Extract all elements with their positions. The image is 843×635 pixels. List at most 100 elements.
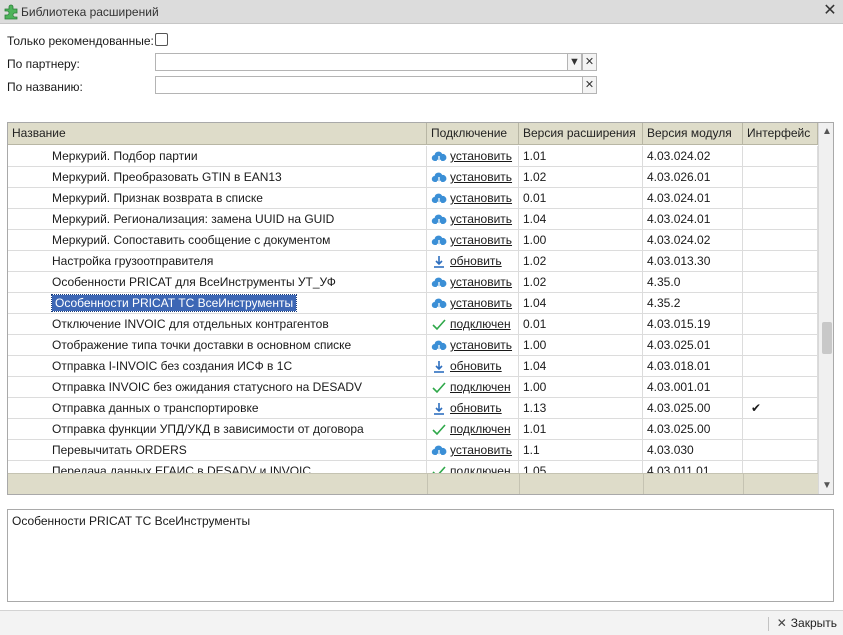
- extension-name: Меркурий. Подбор партии: [52, 149, 198, 163]
- cell-conn: установить: [427, 167, 519, 188]
- version-value: 4.03.026.01: [647, 170, 711, 184]
- connection-link[interactable]: обновить: [450, 254, 502, 268]
- recommended-checkbox[interactable]: [155, 33, 168, 46]
- table-row[interactable]: Меркурий. Сопоставить сообщение с докуме…: [8, 230, 818, 251]
- partner-dropdown-button[interactable]: ▼: [567, 53, 582, 71]
- cell-iface: [743, 251, 818, 272]
- interface-checkmark: [747, 212, 751, 226]
- cell-conn: установить: [427, 230, 519, 251]
- name-filter-clear-button[interactable]: ✕: [582, 76, 597, 94]
- connection-link[interactable]: установить: [450, 233, 512, 247]
- cell-mod-ver: 4.03.011.01: [643, 461, 743, 473]
- interface-checkmark: [747, 191, 751, 205]
- version-value: 4.03.024.02: [647, 149, 711, 163]
- interface-checkmark: [747, 422, 751, 436]
- interface-checkmark: ✔: [751, 401, 762, 415]
- cell-name: Меркурий. Признак возврата в списке: [8, 188, 427, 209]
- scroll-up-icon[interactable]: ▲: [819, 124, 833, 140]
- connection-link[interactable]: установить: [450, 149, 512, 163]
- partner-input[interactable]: [156, 54, 567, 70]
- cell-conn: установить: [427, 209, 519, 230]
- cell-conn: подключен: [427, 461, 519, 473]
- table-row[interactable]: Меркурий. Регионализация: замена UUID на…: [8, 209, 818, 230]
- version-value: 1.00: [523, 380, 547, 394]
- name-filter-field[interactable]: [155, 76, 583, 94]
- cell-ext-ver: 1.02: [519, 251, 643, 272]
- table-body: Меркурий. Подбор партии установить 1.01 4.0…: [8, 146, 818, 473]
- scrollbar-thumb[interactable]: [822, 322, 832, 354]
- table-row[interactable]: Отправка данных о транспортировке обновит…: [8, 398, 818, 419]
- connection-link[interactable]: обновить: [450, 359, 502, 373]
- table-row[interactable]: Настройка грузоотправителя обновить 1.02 4.…: [8, 251, 818, 272]
- cell-iface: [743, 314, 818, 335]
- cell-conn: подключен: [427, 419, 519, 440]
- connection-link[interactable]: подключен: [450, 317, 511, 331]
- name-filter-input[interactable]: [156, 77, 582, 93]
- connection-link[interactable]: установить: [450, 191, 512, 205]
- version-value: 4.03.024.02: [647, 233, 711, 247]
- table-row[interactable]: Меркурий. Преобразовать GTIN в EAN13 уста…: [8, 167, 818, 188]
- cell-conn: подключен: [427, 314, 519, 335]
- cell-ext-ver: 1.00: [519, 230, 643, 251]
- cell-name: Перевычитать ORDERS: [8, 440, 427, 461]
- column-header-interface[interactable]: Интерфейс: [743, 123, 818, 145]
- cell-name: Отправка данных о транспортировке: [8, 398, 427, 419]
- scroll-down-icon[interactable]: ▼: [819, 478, 833, 494]
- puzzle-icon: [4, 4, 18, 20]
- column-header-module-version[interactable]: Версия модуля: [643, 123, 743, 145]
- connection-link[interactable]: установить: [450, 296, 512, 310]
- table-row[interactable]: Особенности PRICAT ТС ВсеИнструменты уста…: [8, 293, 818, 314]
- table-row[interactable]: Меркурий. Подбор партии установить 1.01 4.0…: [8, 146, 818, 167]
- cloud-icon: [431, 213, 447, 227]
- version-value: 1.01: [523, 422, 547, 436]
- version-value: 4.03.024.01: [647, 191, 711, 205]
- connection-link[interactable]: установить: [450, 212, 512, 226]
- window-close-icon[interactable]: ✕: [821, 2, 839, 20]
- cell-iface: [743, 377, 818, 398]
- table-row[interactable]: Передача данных ЕГАИС в DESADV и INVOIC п…: [8, 461, 818, 473]
- partner-clear-button[interactable]: ✕: [582, 53, 597, 71]
- extension-name: Отправка данных о транспортировке: [52, 401, 259, 415]
- table-row[interactable]: Перевычитать ORDERS установить 1.1 4.03.030: [8, 440, 818, 461]
- cloud-icon: [431, 297, 447, 311]
- connection-link[interactable]: установить: [450, 170, 512, 184]
- table-row[interactable]: Отправка I-INVOIC без создания ИСФ в 1С о…: [8, 356, 818, 377]
- table-row[interactable]: Меркурий. Признак возврата в списке устан…: [8, 188, 818, 209]
- column-header-extension-version[interactable]: Версия расширения: [519, 123, 643, 145]
- partner-field[interactable]: [155, 53, 568, 71]
- cell-ext-ver: 1.1: [519, 440, 643, 461]
- table-row[interactable]: Отправка INVOIC без ожидания статусного …: [8, 377, 818, 398]
- version-value: 0.01: [523, 191, 547, 205]
- cell-conn: установить: [427, 440, 519, 461]
- cell-conn: установить: [427, 335, 519, 356]
- connection-link[interactable]: установить: [450, 338, 512, 352]
- table-row[interactable]: Особенности PRICAT для ВсеИнструменты УТ…: [8, 272, 818, 293]
- cell-iface: [743, 272, 818, 293]
- download-icon: [431, 402, 447, 416]
- table-footer: [8, 473, 818, 494]
- cell-ext-ver: 1.04: [519, 209, 643, 230]
- table-row[interactable]: Отображение типа точки доставки в основн…: [8, 335, 818, 356]
- column-header-name[interactable]: Название: [8, 123, 427, 145]
- table-row[interactable]: Отправка функции УПД/УКД в зависимости о…: [8, 419, 818, 440]
- interface-checkmark: [747, 380, 751, 394]
- cell-ext-ver: 1.00: [519, 377, 643, 398]
- connection-link[interactable]: подключен: [450, 380, 511, 394]
- clear-x-icon: ✕: [584, 56, 595, 68]
- table-row[interactable]: Отключение INVOIC для отдельных контраге…: [8, 314, 818, 335]
- cell-name: Меркурий. Подбор партии: [8, 146, 427, 167]
- cell-mod-ver: 4.03.025.00: [643, 398, 743, 419]
- column-header-connection[interactable]: Подключение: [427, 123, 519, 145]
- cell-ext-ver: 1.02: [519, 272, 643, 293]
- version-value: 1.04: [523, 212, 547, 226]
- close-button[interactable]: ✕ Закрыть: [767, 616, 837, 631]
- vertical-scrollbar[interactable]: ▲ ▼: [818, 123, 833, 494]
- check-icon: [431, 381, 447, 395]
- connection-link[interactable]: установить: [450, 275, 512, 289]
- connection-link[interactable]: обновить: [450, 401, 502, 415]
- connection-link[interactable]: установить: [450, 443, 512, 457]
- connection-link[interactable]: подключен: [450, 464, 511, 473]
- extensions-table[interactable]: Название Подключение Версия расширения В…: [7, 122, 834, 495]
- cell-name: Отключение INVOIC для отдельных контраге…: [8, 314, 427, 335]
- connection-link[interactable]: подключен: [450, 422, 511, 436]
